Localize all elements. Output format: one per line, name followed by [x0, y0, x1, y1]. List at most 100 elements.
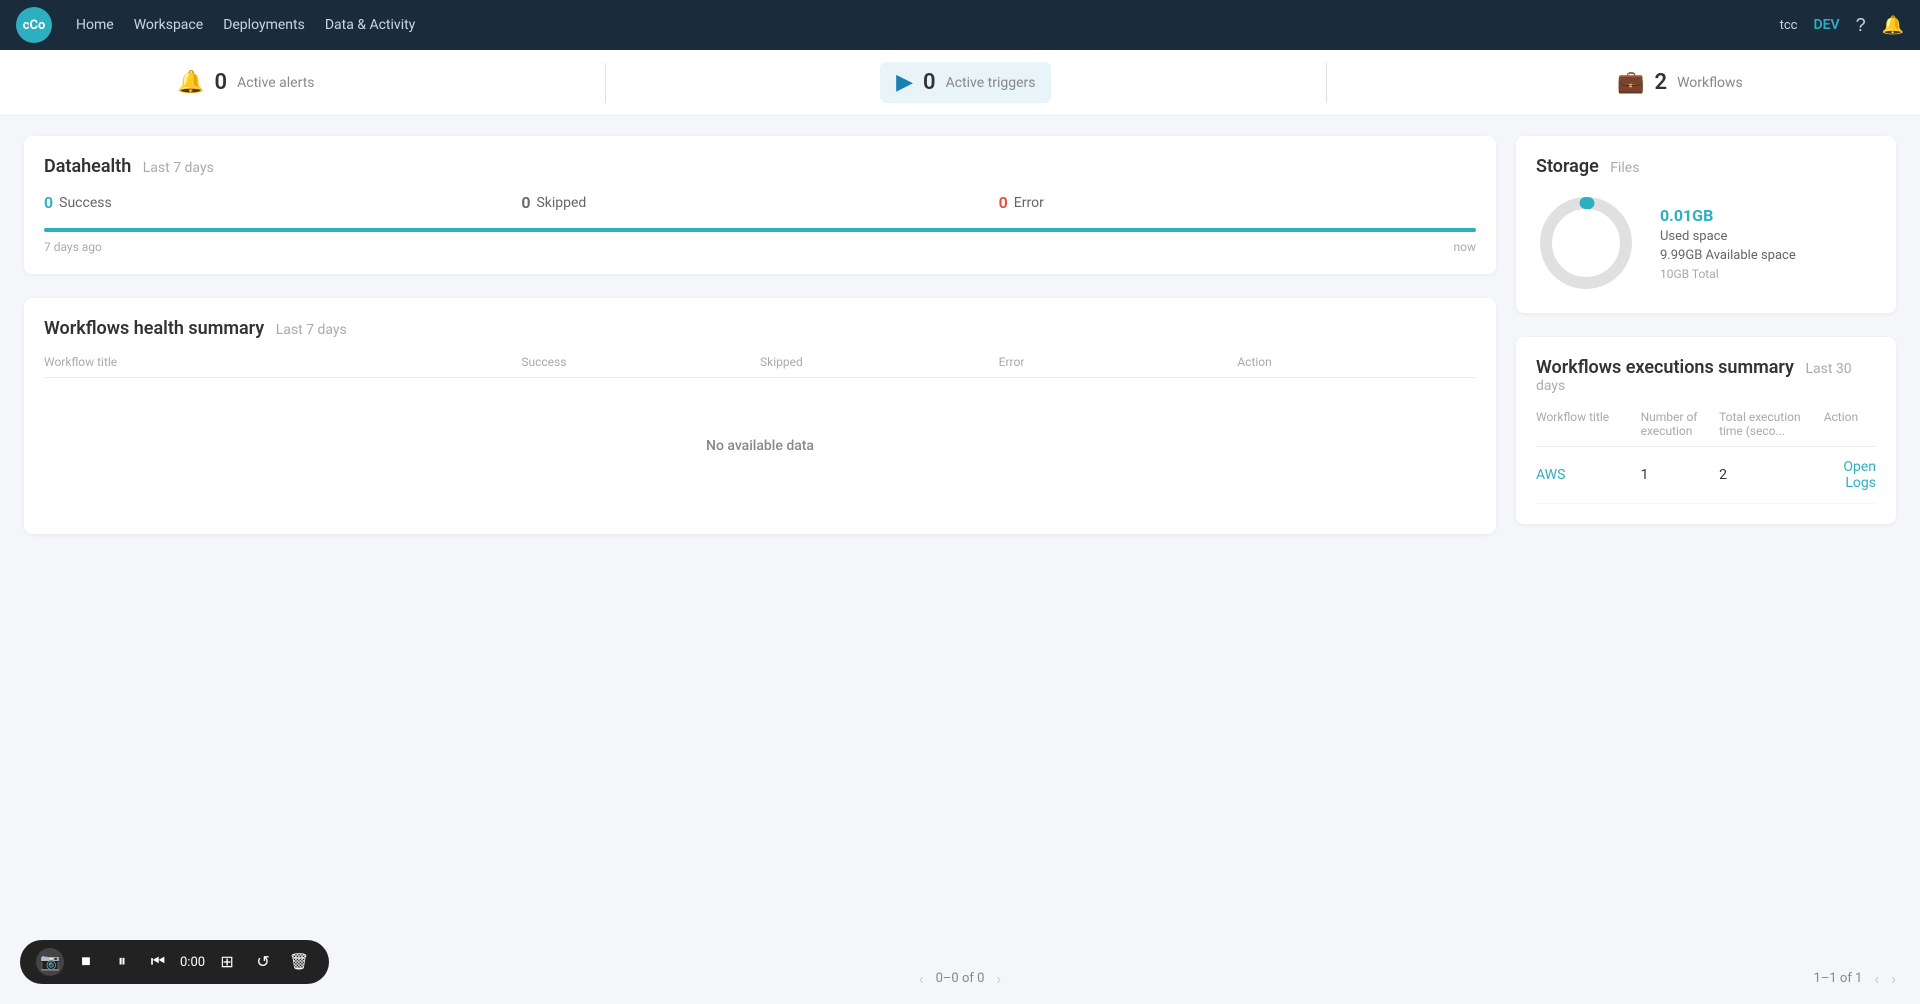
used-space-label: Used space	[1660, 229, 1796, 244]
col-success: Success	[521, 355, 760, 369]
pagination-right: 1–1 of 1 ‹ ›	[1814, 969, 1896, 988]
no-data-message: No available data	[44, 378, 1476, 514]
executions-header: Workflows executions summary Last 30 day…	[1536, 357, 1876, 394]
main-content: Datahealth Last 7 days 0 Success 0 Skipp…	[0, 116, 1920, 980]
datahealth-bar	[44, 228, 1476, 232]
storage-content: 0.01GB Used space 9.99GB Available space…	[1536, 193, 1876, 293]
bar-end-label: now	[1454, 240, 1477, 254]
skipped-stat: 0 Skipped	[521, 193, 998, 212]
storage-donut	[1536, 193, 1636, 293]
rewind-button[interactable]: ⏮	[144, 948, 172, 976]
triggers-summary[interactable]: ▶ 0 Active triggers	[880, 62, 1051, 103]
delete-button[interactable]: 🗑	[285, 948, 313, 976]
success-label: Success	[59, 195, 112, 211]
exec-workflow-name[interactable]: AWS	[1536, 467, 1641, 483]
col-workflow-title: Workflow title	[44, 355, 521, 369]
exec-col-action: Action	[1824, 410, 1876, 438]
datahealth-stats: 0 Success 0 Skipped 0 Error	[44, 193, 1476, 212]
success-count: 0	[44, 193, 53, 212]
datahealth-card: Datahealth Last 7 days 0 Success 0 Skipp…	[24, 136, 1496, 274]
open-logs-button[interactable]: Open Logs	[1824, 459, 1876, 491]
logo-text: cCo	[23, 18, 46, 33]
help-icon[interactable]: ?	[1856, 15, 1866, 36]
nav-right: tcc DEV ? 🔔	[1780, 15, 1904, 36]
alerts-count: 0	[215, 70, 228, 95]
nav-home[interactable]: Home	[76, 13, 114, 37]
col-skipped: Skipped	[760, 355, 999, 369]
env-label: DEV	[1813, 17, 1839, 33]
alerts-summary[interactable]: 🔔 0 Active alerts	[161, 62, 330, 103]
workflows-health-card: Workflows health summary Last 7 days Wor…	[24, 298, 1496, 534]
workflows-health-subtitle: Last 7 days	[276, 322, 347, 338]
workflows-label: Workflows	[1677, 75, 1743, 91]
executions-card: Workflows executions summary Last 30 day…	[1516, 337, 1896, 524]
available-space: 9.99GB Available space	[1660, 248, 1796, 263]
summary-bar: 🔔 0 Active alerts ▶ 0 Active triggers 💼 …	[0, 50, 1920, 116]
workflows-count: 2	[1654, 70, 1667, 95]
datahealth-header: Datahealth Last 7 days	[44, 156, 1476, 177]
right-panel: Storage Files 0.01GB Used space 9.99GB A…	[1516, 136, 1896, 960]
pagination-right-text: 1–1 of 1	[1814, 971, 1863, 986]
workflows-health-title: Workflows health summary	[44, 318, 264, 339]
table-row: AWS 1 2 Open Logs	[1536, 447, 1876, 504]
datahealth-bar-container: 7 days ago now	[44, 228, 1476, 254]
left-panel: Datahealth Last 7 days 0 Success 0 Skipp…	[24, 136, 1496, 960]
notification-icon[interactable]: 🔔	[1882, 15, 1904, 36]
workflows-health-table: Workflow title Success Skipped Error Act…	[44, 355, 1476, 514]
executions-table: Workflow title Number of execution Total…	[1536, 410, 1876, 504]
next-page-icon[interactable]: ›	[996, 969, 1001, 988]
refresh-button[interactable]: ↺	[249, 948, 277, 976]
workflows-summary[interactable]: 💼 2 Workflows	[1601, 62, 1759, 103]
exec-num-executions: 1	[1641, 467, 1719, 483]
col-action: Action	[1237, 355, 1476, 369]
bar-labels: 7 days ago now	[44, 240, 1476, 254]
storage-title: Storage	[1536, 156, 1599, 177]
skipped-label: Skipped	[536, 195, 586, 211]
exec-col-time: Total execution time (seco...	[1719, 410, 1824, 438]
grid-button[interactable]: ⊞	[213, 948, 241, 976]
storage-subtitle: Files	[1610, 160, 1639, 176]
user-label: tcc	[1780, 18, 1798, 33]
top-navigation: cCo Home Workspace Deployments Data & Ac…	[0, 0, 1920, 50]
pagination-center: ‹ 0–0 of 0 ›	[919, 969, 1001, 988]
prev-right-icon[interactable]: ‹	[1874, 969, 1879, 988]
storage-legend: 0.01GB Used space 9.99GB Available space…	[1660, 206, 1796, 281]
error-label: Error	[1014, 195, 1044, 211]
nav-data-activity[interactable]: Data & Activity	[325, 13, 416, 37]
nav-deployments[interactable]: Deployments	[223, 13, 305, 37]
app-logo[interactable]: cCo	[16, 7, 52, 43]
recording-bar: 📷 ■ ⏸ ⏮ 0:00 ⊞ ↺ 🗑	[20, 940, 329, 984]
storage-header: Storage Files	[1536, 156, 1876, 177]
triggers-count: 0	[923, 70, 936, 95]
nav-workspace[interactable]: Workspace	[134, 13, 204, 37]
summary-divider-1	[605, 63, 606, 103]
exec-table-header: Workflow title Number of execution Total…	[1536, 410, 1876, 447]
nav-menu: Home Workspace Deployments Data & Activi…	[76, 13, 1756, 37]
exec-col-executions: Number of execution	[1641, 410, 1719, 438]
error-count: 0	[999, 193, 1008, 212]
executions-title: Workflows executions summary	[1536, 357, 1794, 378]
table-header: Workflow title Success Skipped Error Act…	[44, 355, 1476, 378]
alerts-label: Active alerts	[237, 75, 314, 91]
bell-icon: 🔔	[177, 70, 204, 95]
datahealth-subtitle: Last 7 days	[143, 160, 214, 176]
summary-divider-2	[1326, 63, 1327, 103]
workflows-health-header: Workflows health summary Last 7 days	[44, 318, 1476, 339]
triggers-label: Active triggers	[946, 75, 1036, 91]
bar-start-label: 7 days ago	[44, 240, 102, 254]
stop-button[interactable]: ■	[72, 948, 100, 976]
next-right-icon[interactable]: ›	[1891, 969, 1896, 988]
total-space: 10GB Total	[1660, 267, 1796, 281]
prev-page-icon[interactable]: ‹	[919, 969, 924, 988]
pagination-text: 0–0 of 0	[936, 971, 985, 986]
camera-button[interactable]: 📷	[36, 948, 64, 976]
trigger-icon: ▶	[896, 70, 913, 95]
used-space-value: 0.01GB	[1660, 206, 1796, 225]
exec-total-time: 2	[1719, 467, 1824, 483]
datahealth-bar-fill	[44, 228, 1476, 232]
col-error: Error	[999, 355, 1238, 369]
donut-svg	[1536, 193, 1636, 293]
workflow-icon: 💼	[1617, 70, 1644, 95]
pause-button[interactable]: ⏸	[108, 948, 136, 976]
datahealth-title: Datahealth	[44, 156, 131, 177]
